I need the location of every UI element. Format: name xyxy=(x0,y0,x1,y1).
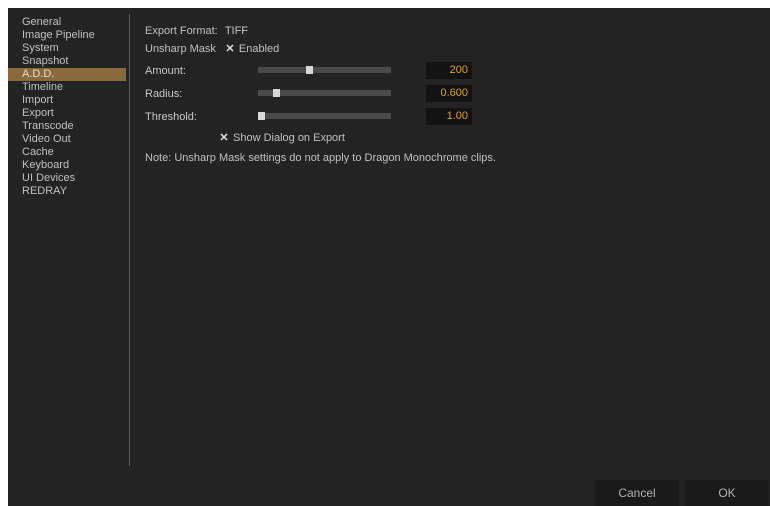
sidebar-item-transcode[interactable]: Transcode xyxy=(8,120,126,133)
sidebar-divider xyxy=(129,14,130,466)
amount-slider-thumb[interactable] xyxy=(306,66,313,74)
unsharp-enabled-label[interactable]: Enabled xyxy=(239,43,279,55)
sidebar-item-snapshot[interactable]: Snapshot xyxy=(8,55,126,68)
unsharp-mask-row: Unsharp Mask ✕ Enabled xyxy=(145,41,279,57)
sidebar-item-general[interactable]: General xyxy=(8,16,126,29)
amount-slider[interactable] xyxy=(258,66,391,74)
unsharp-mask-label: Unsharp Mask xyxy=(145,43,216,55)
threshold-slider[interactable] xyxy=(258,112,391,120)
settings-panel: Export Format: TIFF Unsharp Mask ✕ Enabled… xyxy=(145,8,765,468)
sidebar-item-redray[interactable]: REDRAY xyxy=(8,185,126,198)
amount-label: Amount: xyxy=(145,65,186,77)
show-dialog-label[interactable]: Show Dialog on Export xyxy=(233,132,345,144)
sidebar-item-import[interactable]: Import xyxy=(8,94,126,107)
export-format-row: Export Format: TIFF xyxy=(145,23,248,39)
show-dialog-checkbox[interactable]: ✕ xyxy=(218,130,230,146)
radius-slider[interactable] xyxy=(258,89,391,97)
sidebar-item-image-pipeline[interactable]: Image Pipeline xyxy=(8,29,126,42)
unsharp-note: Note: Unsharp Mask settings do not apply… xyxy=(145,152,496,164)
sidebar-item-keyboard[interactable]: Keyboard xyxy=(8,159,126,172)
radius-label: Radius: xyxy=(145,88,183,100)
sidebar-item-system[interactable]: System xyxy=(8,42,126,55)
amount-value-field[interactable]: 200 xyxy=(426,62,472,79)
sidebar-item-export[interactable]: Export xyxy=(8,107,126,120)
sidebar-item-timeline[interactable]: Timeline xyxy=(8,81,126,94)
radius-slider-thumb[interactable] xyxy=(273,89,280,97)
unsharp-enabled-checkbox[interactable]: ✕ xyxy=(224,41,236,57)
threshold-value-field[interactable]: 1.00 xyxy=(426,108,472,125)
ok-button[interactable]: OK xyxy=(685,480,769,506)
show-dialog-row: ✕ Show Dialog on Export xyxy=(218,130,345,146)
sidebar-item-add[interactable]: A.D.D. xyxy=(8,68,126,81)
preferences-dialog: General Image Pipeline System Snapshot A… xyxy=(8,8,770,506)
sidebar-item-cache[interactable]: Cache xyxy=(8,146,126,159)
threshold-label: Threshold: xyxy=(145,111,197,123)
radius-value-field[interactable]: 0.600 xyxy=(426,85,472,102)
sidebar-item-ui-devices[interactable]: UI Devices xyxy=(8,172,126,185)
threshold-slider-thumb[interactable] xyxy=(258,112,265,120)
export-format-value: TIFF xyxy=(224,25,249,37)
cancel-button[interactable]: Cancel xyxy=(595,480,679,506)
sidebar: General Image Pipeline System Snapshot A… xyxy=(8,16,126,198)
export-format-label: Export Format: xyxy=(145,25,218,37)
sidebar-item-video-out[interactable]: Video Out xyxy=(8,133,126,146)
